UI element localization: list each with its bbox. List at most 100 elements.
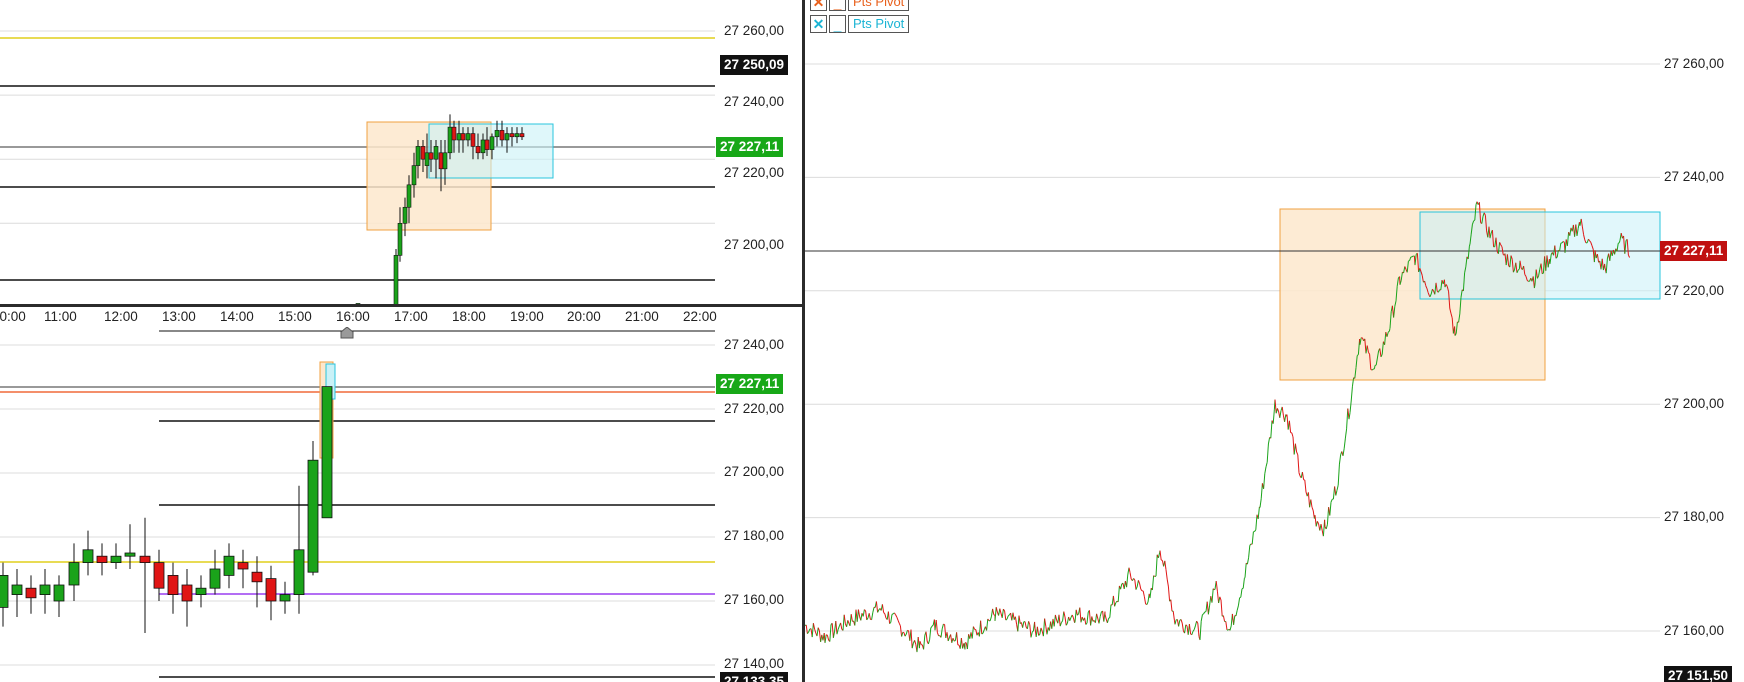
tick-segment bbox=[1012, 612, 1015, 620]
time-axis[interactable]: 10:00 11:00 12:00 13:00 14:00 15:00 16:00 17:00… bbox=[0, 307, 802, 329]
tick-segment bbox=[884, 613, 887, 619]
top-left-candlestick-plot[interactable] bbox=[0, 0, 802, 304]
time-tick-label: 10:00 bbox=[0, 309, 26, 324]
tick-segment bbox=[816, 627, 819, 637]
legend-item-pts-pivot-cyan[interactable]: ✕ _ Pts Pivot bbox=[810, 14, 910, 34]
tick-segment bbox=[1254, 529, 1257, 532]
tick-segment bbox=[1155, 554, 1158, 577]
tick-segment bbox=[868, 613, 871, 620]
tick-segment bbox=[1263, 473, 1266, 489]
time-tick-label: 18:00 bbox=[452, 309, 486, 324]
tick-segment bbox=[1004, 611, 1007, 621]
tick-segment bbox=[1346, 408, 1349, 429]
tick-segment bbox=[1342, 448, 1345, 456]
price-tick-label: 27 180,00 bbox=[724, 528, 785, 543]
tick-segment bbox=[1240, 588, 1243, 598]
candle-body bbox=[470, 133, 476, 147]
tick-segment bbox=[1084, 617, 1087, 625]
tick-segment bbox=[910, 629, 913, 649]
pivot-box-cyan bbox=[1419, 211, 1661, 300]
tick-segment bbox=[927, 639, 931, 645]
tick-segment bbox=[1246, 557, 1250, 565]
tick-segment bbox=[887, 611, 891, 624]
price-tick-label: 27 140,00 bbox=[724, 656, 785, 671]
tick-segment bbox=[1188, 623, 1192, 635]
tick-segment bbox=[883, 612, 886, 615]
tick-segment bbox=[1178, 620, 1181, 627]
time-tick-label: 22:00 bbox=[683, 309, 717, 324]
tick-segment bbox=[840, 622, 843, 630]
tick-segment bbox=[1167, 586, 1171, 602]
tick-segment bbox=[1233, 615, 1236, 625]
pane-divider-horizontal[interactable] bbox=[0, 304, 802, 307]
minimize-icon[interactable]: _ bbox=[829, 0, 846, 11]
tick-segment bbox=[1140, 588, 1143, 592]
tick-segment bbox=[1242, 578, 1245, 589]
tick-segment bbox=[1202, 613, 1204, 616]
tick-segment bbox=[812, 623, 816, 630]
tick-segment bbox=[1343, 437, 1346, 449]
tick-segment bbox=[1120, 583, 1123, 590]
tick-segment bbox=[1229, 625, 1232, 631]
candle-body bbox=[480, 139, 486, 154]
pivot-box-cyan bbox=[428, 123, 554, 179]
tick-segment bbox=[835, 621, 838, 635]
tick-segment bbox=[946, 632, 949, 642]
tick-segment bbox=[832, 631, 836, 638]
tick-segment bbox=[1304, 480, 1307, 492]
tick-segment bbox=[865, 610, 868, 620]
tick-segment bbox=[923, 635, 926, 650]
tick-segment bbox=[1298, 472, 1301, 476]
legend-item-pts-pivot-orange[interactable]: ✕ _ Pts Pivot bbox=[810, 0, 910, 12]
tick-segment bbox=[1200, 614, 1203, 622]
tick-segment bbox=[1310, 499, 1313, 508]
tick-segment bbox=[1214, 588, 1216, 591]
tick-segment bbox=[1348, 412, 1351, 420]
right-tick-line-plot[interactable] bbox=[805, 0, 1744, 682]
candle-body bbox=[509, 133, 515, 138]
tick-segment bbox=[872, 607, 875, 613]
tick-segment bbox=[1036, 626, 1040, 636]
tick-segment bbox=[971, 626, 974, 639]
tick-segment bbox=[824, 634, 827, 643]
tick-segment bbox=[1104, 614, 1107, 620]
bottom-left-candlestick-plot[interactable] bbox=[0, 330, 802, 682]
top-left-chart-pane[interactable]: 27 250,09 27 227,11 27 260,00 27 240,00 27… bbox=[0, 0, 802, 304]
candle-body bbox=[504, 133, 510, 141]
time-tick-label: 16:00 bbox=[336, 309, 370, 324]
tick-segment bbox=[982, 629, 985, 634]
tick-segment bbox=[1468, 243, 1471, 247]
tick-segment bbox=[890, 614, 893, 623]
tick-segment bbox=[1026, 621, 1030, 629]
candle-body bbox=[153, 562, 165, 589]
price-tick-label: 27 200,00 bbox=[724, 237, 785, 252]
close-icon[interactable]: ✕ bbox=[810, 15, 827, 33]
tick-segment bbox=[831, 623, 834, 638]
tick-segment bbox=[1117, 585, 1120, 602]
tick-segment bbox=[1181, 623, 1184, 631]
bottom-left-chart-pane[interactable]: 27 227,11 27 133,35 27 240,00 27 220,00 27… bbox=[0, 330, 802, 682]
candle-body bbox=[519, 133, 525, 138]
minimize-icon[interactable]: _ bbox=[829, 15, 846, 33]
tick-segment bbox=[1296, 451, 1299, 456]
tick-segment bbox=[1255, 514, 1258, 530]
tick-segment bbox=[1075, 609, 1078, 616]
right-chart-pane[interactable]: 27 227,11 27 151,50 27 260,00 27 240,00 27… bbox=[805, 0, 1744, 682]
candle-body bbox=[433, 146, 439, 160]
time-tick-label: 14:00 bbox=[220, 309, 254, 324]
tick-segment bbox=[1017, 615, 1020, 632]
scroll-handle-icon[interactable] bbox=[340, 327, 354, 339]
tick-segment bbox=[1001, 609, 1004, 618]
tick-segment bbox=[1388, 328, 1391, 332]
tick-segment bbox=[1170, 599, 1173, 612]
tick-segment bbox=[1151, 575, 1155, 590]
last-price-tag-green: 27 227,11 bbox=[716, 137, 784, 157]
tick-segment bbox=[1172, 611, 1175, 621]
tick-segment bbox=[805, 624, 808, 634]
tick-segment bbox=[829, 624, 832, 642]
candle-body bbox=[406, 184, 412, 208]
tick-segment bbox=[1184, 624, 1187, 634]
tick-segment bbox=[1069, 617, 1072, 621]
close-icon[interactable]: ✕ bbox=[810, 0, 827, 11]
tick-segment bbox=[1533, 284, 1536, 289]
